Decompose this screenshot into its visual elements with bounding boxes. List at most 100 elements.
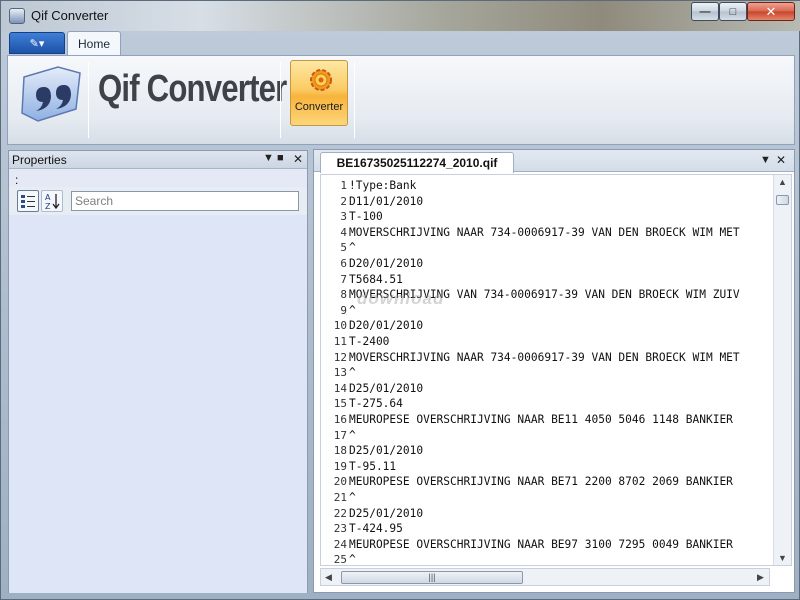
minimize-button[interactable]: —	[691, 2, 719, 21]
line-number: 23	[333, 522, 347, 536]
pane-menu-icon[interactable]: ▼	[263, 152, 274, 164]
ribbon-tab-strip: ✎▾ Home	[7, 31, 795, 56]
scroll-up-icon[interactable]: ▲	[778, 177, 787, 187]
download-watermark: download	[357, 289, 445, 308]
line-number: 11	[333, 335, 347, 348]
line-number: 1	[340, 179, 347, 192]
line-number: 24	[333, 537, 347, 551]
tab-home[interactable]: Home	[67, 31, 121, 56]
code-line: D25/01/2010	[349, 506, 424, 520]
title-bar[interactable]: Qif Converter — □ ✕	[1, 1, 800, 31]
scroll-right-icon[interactable]: ▶	[757, 572, 764, 583]
code-line: D25/01/2010	[349, 381, 424, 395]
code-line: MOVERSCHRIJVING NAAR 734-0006917-39 VAN …	[349, 350, 740, 364]
line-number: 17	[333, 428, 347, 442]
close-button[interactable]: ✕	[747, 2, 795, 21]
sort-alpha-icon: A Z	[45, 193, 60, 211]
line-number: 3	[340, 210, 347, 224]
line-number: 18	[333, 444, 347, 458]
code-line: D11/01/2010	[349, 194, 424, 208]
ribbon-separator	[280, 62, 281, 138]
code-text-area[interactable]: !Type:Bank D11/01/2010 T-100 MOVERSCHRIJVIN…	[349, 175, 773, 565]
vertical-scroll-thumb[interactable]	[776, 195, 789, 205]
svg-text:Z: Z	[45, 202, 51, 211]
horizontal-scroll-thumb[interactable]: |||	[341, 571, 523, 584]
code-line: T-95.11	[349, 459, 397, 473]
code-line: MEUROPESE OVERSCHRIJVING NAAR BE97 3100 …	[349, 537, 733, 551]
line-number: 6	[340, 257, 347, 270]
horizontal-scrollbar[interactable]: ◀ ||| ▶	[320, 568, 770, 586]
selected-object-label: :	[15, 173, 19, 187]
code-line: D20/01/2010	[349, 319, 424, 333]
code-line: MOVERSCHRIJVING NAAR 734-0006917-39 VAN …	[349, 225, 740, 239]
line-number: 16	[333, 413, 347, 426]
code-line: T-275.64	[349, 397, 403, 411]
properties-header: Properties ▼ ■ ✕	[9, 151, 307, 169]
code-line: MEUROPESE OVERSCHRIJVING NAAR BE11 4050 …	[349, 413, 733, 426]
properties-pane: Properties ▼ ■ ✕ : A Z	[8, 150, 308, 593]
code-line: D25/01/2010	[349, 444, 424, 458]
line-number: 4	[340, 225, 347, 239]
gear-star-icon	[310, 69, 332, 91]
properties-title: Properties	[12, 153, 67, 167]
line-number: 2	[340, 194, 347, 208]
code-line: T-2400	[349, 335, 390, 348]
line-number: 20	[333, 475, 347, 489]
code-line: MEUROPESE OVERSCHRIJVING NAAR BE71 2200 …	[349, 475, 733, 489]
line-number: 7	[340, 272, 347, 286]
scroll-left-icon[interactable]: ◀	[325, 572, 332, 583]
tab-list-icon[interactable]: ▼	[760, 154, 771, 166]
code-line: T-100	[349, 210, 383, 224]
close-icon[interactable]: ✕	[293, 152, 303, 166]
code-line: ^	[349, 366, 356, 380]
maximize-icon: □	[729, 5, 737, 18]
scroll-down-icon[interactable]: ▼	[778, 553, 787, 563]
converter-button[interactable]: Converter	[290, 60, 348, 126]
pin-icon[interactable]: ■	[277, 152, 284, 164]
code-line: ^	[349, 553, 356, 565]
document-pane: BE16735025112274_2010.qif ▼ ✕ 1234567891…	[313, 149, 795, 593]
quote-logo-icon	[21, 66, 81, 122]
ribbon-panel: Qif Converter Converter	[7, 55, 795, 145]
line-number: 25	[333, 553, 347, 566]
line-number: 21	[333, 491, 347, 504]
categorized-icon	[21, 195, 35, 208]
line-number: 14	[333, 381, 347, 395]
document-tab[interactable]: BE16735025112274_2010.qif	[320, 152, 514, 173]
code-line: !Type:Bank	[349, 179, 417, 192]
categorized-button[interactable]	[17, 190, 39, 212]
code-line: ^	[349, 241, 356, 255]
line-number: 10	[333, 319, 347, 333]
close-document-icon[interactable]: ✕	[776, 153, 786, 167]
line-number: 12	[333, 350, 347, 364]
properties-grid	[9, 215, 307, 593]
vertical-scrollbar[interactable]: ▲ ▼	[773, 175, 791, 565]
window-title: Qif Converter	[31, 8, 109, 23]
line-number: 9	[340, 303, 347, 317]
app-icon	[9, 8, 25, 24]
code-line: ^	[349, 491, 356, 504]
properties-toolbar: A Z	[9, 187, 307, 215]
line-number: 8	[340, 288, 347, 302]
line-number-gutter: 1 2 3 4 5 6 7 8 9 10 11 12 13 14 15 16 17 18 19 20 21 22 23 24 2…	[321, 175, 349, 565]
sort-alpha-button[interactable]: A Z	[41, 190, 63, 212]
ribbon-separator	[88, 62, 89, 138]
maximize-button[interactable]: □	[719, 2, 747, 21]
svg-text:A: A	[45, 193, 51, 202]
document-tab-strip: BE16735025112274_2010.qif ▼ ✕	[314, 150, 794, 173]
code-line: ^	[349, 428, 356, 442]
converter-label: Converter	[294, 101, 344, 113]
line-number: 13	[333, 366, 347, 380]
code-line: T-424.95	[349, 522, 403, 536]
properties-search-input[interactable]	[71, 191, 299, 211]
code-editor[interactable]: 1 2 3 4 5 6 7 8 9 10 11 12 13 14 15 16 17 18 19 20 21 22 23 24 2…	[320, 174, 792, 566]
application-menu-button[interactable]: ✎▾	[9, 32, 65, 54]
code-line: ^	[349, 303, 356, 317]
line-number: 5	[340, 241, 347, 255]
app-logo-text: Qif Converter	[98, 68, 287, 110]
app-window: Qif Converter — □ ✕ ✎▾ Home Qif Converte…	[0, 0, 800, 600]
minimize-icon: —	[699, 5, 711, 18]
line-number: 19	[333, 459, 347, 473]
line-number: 15	[333, 397, 347, 411]
line-number: 22	[333, 506, 347, 520]
